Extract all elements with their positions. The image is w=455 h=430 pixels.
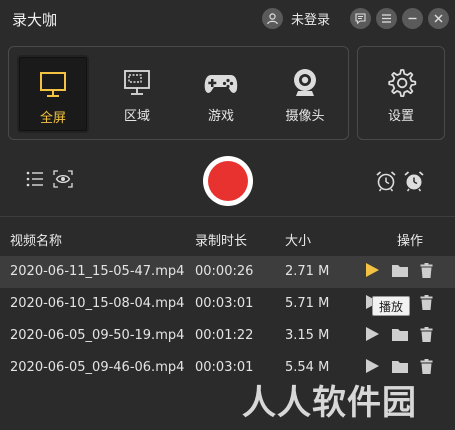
monitor-icon bbox=[38, 67, 68, 103]
file-name: 2020-06-05_09-46-06.mp4 bbox=[10, 360, 185, 375]
column-header-name: 视频名称 bbox=[10, 234, 63, 249]
settings-button[interactable]: 设置 bbox=[357, 46, 445, 140]
settings-item[interactable]: 设置 bbox=[365, 55, 437, 133]
settings-label: 设置 bbox=[387, 109, 414, 124]
file-duration: 00:01:22 bbox=[195, 328, 254, 343]
list-view-icon[interactable] bbox=[26, 171, 44, 191]
file-duration: 00:00:26 bbox=[195, 264, 254, 279]
file-table-header: 视频名称 录制时长 大小 操作 bbox=[0, 216, 455, 256]
mode-label: 摄像头 bbox=[285, 109, 325, 124]
row-actions bbox=[364, 262, 433, 282]
play-tooltip: 播放 bbox=[372, 296, 410, 316]
gamepad-icon bbox=[203, 65, 239, 101]
file-size: 3.15 M bbox=[285, 328, 330, 343]
table-row[interactable]: 2020-06-11_15-05-47.mp4 00:00:26 2.71 M bbox=[0, 256, 455, 288]
file-size: 5.71 M bbox=[285, 296, 330, 311]
minimize-icon[interactable] bbox=[402, 8, 423, 29]
play-icon[interactable] bbox=[364, 262, 380, 282]
gear-icon bbox=[385, 65, 417, 101]
folder-icon[interactable] bbox=[391, 263, 409, 282]
mode-fullscreen[interactable]: 全屏 bbox=[17, 55, 89, 133]
record-icon bbox=[208, 161, 248, 201]
preview-icon[interactable] bbox=[53, 170, 73, 192]
window-controls bbox=[350, 8, 449, 29]
menu-icon[interactable] bbox=[376, 8, 397, 29]
file-name: 2020-06-10_15-08-04.mp4 bbox=[10, 296, 185, 311]
title-bar: 录大咖 未登录 bbox=[0, 0, 455, 38]
file-size: 5.54 M bbox=[285, 360, 330, 375]
file-name: 2020-06-11_15-05-47.mp4 bbox=[10, 264, 185, 279]
delete-icon[interactable] bbox=[420, 262, 433, 282]
mode-game[interactable]: 游戏 bbox=[185, 55, 257, 133]
close-icon[interactable] bbox=[428, 8, 449, 29]
mode-label: 游戏 bbox=[207, 109, 234, 124]
folder-icon[interactable] bbox=[391, 327, 409, 346]
record-mode-panel: 全屏 区域 游戏 摄像头 bbox=[8, 46, 349, 140]
mode-label: 全屏 bbox=[39, 111, 66, 126]
mode-region[interactable]: 区域 bbox=[101, 55, 173, 133]
row-actions bbox=[364, 326, 433, 346]
delete-icon[interactable] bbox=[420, 326, 433, 346]
feedback-icon[interactable] bbox=[350, 8, 371, 29]
webcam-icon bbox=[290, 65, 320, 101]
file-duration: 00:03:01 bbox=[195, 360, 254, 375]
column-header-actions: 操作 bbox=[397, 234, 424, 249]
column-header-size: 大小 bbox=[285, 234, 312, 249]
alarm-stop-icon[interactable] bbox=[403, 170, 425, 196]
control-row bbox=[0, 150, 455, 210]
delete-icon[interactable] bbox=[420, 294, 433, 314]
table-row[interactable]: 2020-06-05_09-50-19.mp4 00:01:22 3.15 M bbox=[0, 320, 455, 352]
record-button[interactable] bbox=[203, 156, 253, 206]
login-area[interactable]: 未登录 bbox=[262, 8, 330, 29]
mode-webcam[interactable]: 摄像头 bbox=[269, 55, 341, 133]
file-name: 2020-06-05_09-50-19.mp4 bbox=[10, 328, 185, 343]
app-title: 录大咖 bbox=[12, 11, 58, 29]
play-icon[interactable] bbox=[364, 326, 380, 346]
watermark: 人人软件园 bbox=[242, 383, 417, 423]
region-icon bbox=[122, 65, 152, 101]
column-header-duration: 录制时长 bbox=[195, 234, 248, 249]
user-icon[interactable] bbox=[262, 8, 283, 29]
delete-icon[interactable] bbox=[420, 358, 433, 378]
login-status[interactable]: 未登录 bbox=[291, 9, 330, 28]
alarm-start-icon[interactable] bbox=[375, 170, 397, 196]
file-duration: 00:03:01 bbox=[195, 296, 254, 311]
file-size: 2.71 M bbox=[285, 264, 330, 279]
mode-label: 区域 bbox=[123, 109, 150, 124]
